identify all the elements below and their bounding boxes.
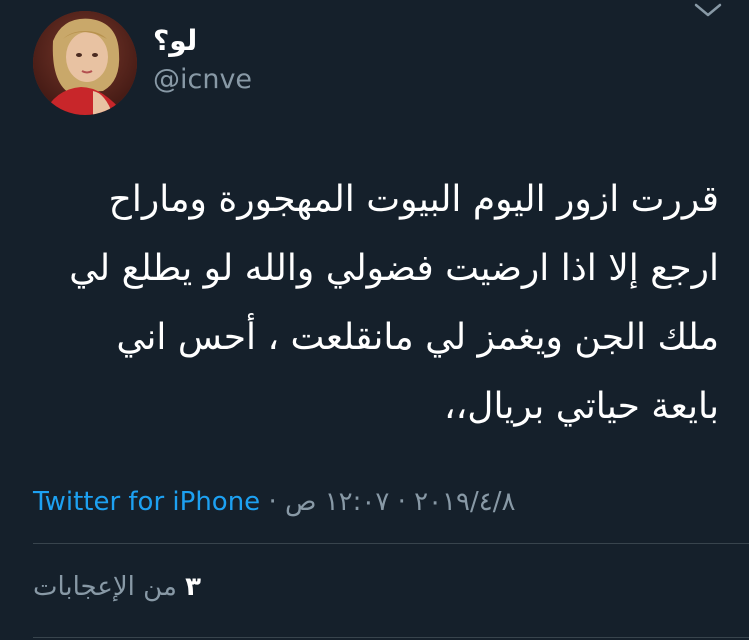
likes-label: من الإعجابات — [33, 572, 177, 602]
user-handle[interactable]: @icnve — [153, 63, 252, 97]
divider — [33, 543, 749, 544]
tweet-time: ١٢:٠٧ ص — [284, 487, 390, 517]
tweet-meta: Twitter for iPhone · ٢٠١٩/٤/٨ · ١٢:٠٧ ص — [33, 484, 723, 520]
chevron-down-icon[interactable] — [693, 0, 723, 20]
meta-separator: · — [397, 487, 406, 517]
likes-count-link[interactable]: ٣ من الإعجابات — [33, 569, 201, 605]
avatar-image — [33, 11, 137, 115]
tweet-date: ٢٠١٩/٤/٨ — [414, 487, 516, 517]
tweet-text: قررت ازور اليوم البيوت المهجورة وماراح ا… — [69, 179, 719, 427]
tweet-card: لو؟ @icnve قررت ازور اليوم البيوت المهجو… — [0, 0, 749, 640]
meta-separator: · — [268, 487, 277, 517]
avatar[interactable] — [33, 11, 137, 115]
likes-count: ٣ — [185, 572, 202, 602]
display-name[interactable]: لو؟ — [153, 24, 197, 58]
divider — [33, 637, 749, 638]
tweet-source-link[interactable]: Twitter for iPhone — [33, 487, 260, 517]
